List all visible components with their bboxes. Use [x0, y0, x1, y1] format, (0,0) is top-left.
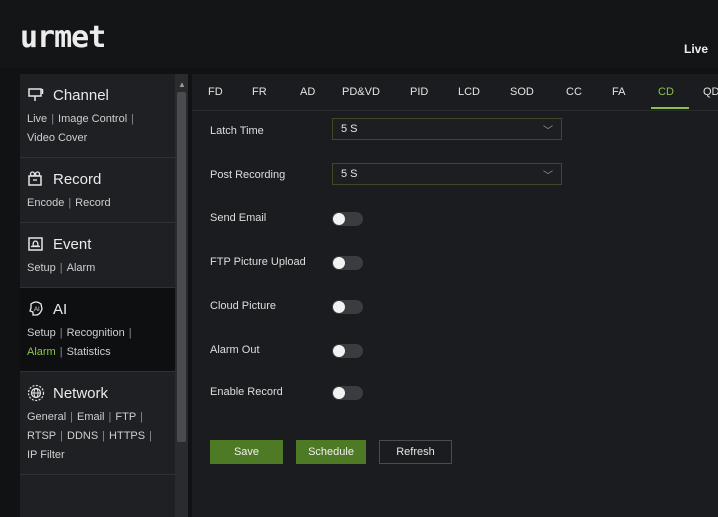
- sidebar-link-encode[interactable]: Encode: [27, 197, 64, 209]
- ftp-picture-upload-label: FTP Picture Upload: [210, 256, 306, 268]
- tab-sod[interactable]: SOD: [510, 86, 534, 98]
- sidebar-header-network[interactable]: Network: [27, 380, 168, 406]
- send-email-label: Send Email: [210, 212, 267, 224]
- event-icon: [27, 235, 45, 253]
- sidebar-link-video-cover[interactable]: Video Cover: [27, 132, 87, 144]
- tab-lcd[interactable]: LCD: [458, 86, 480, 98]
- sidebar-link-ddns[interactable]: DDNS: [67, 430, 98, 442]
- cloud-picture-label: Cloud Picture: [210, 300, 277, 312]
- live-link[interactable]: Live: [684, 42, 708, 56]
- sidebar-link-general[interactable]: General: [27, 411, 66, 423]
- main-panel: FD FR AD PD&VD PID LCD SOD CC FA CD QD L…: [192, 74, 718, 517]
- top-bar: urmet Live: [0, 0, 718, 68]
- tab-fa[interactable]: FA: [612, 86, 625, 98]
- urmet-logo: urmet: [20, 20, 106, 55]
- sidebar-title-channel: Channel: [53, 86, 109, 104]
- toggle-knob: [333, 213, 345, 225]
- sidebar-link-ip-filter[interactable]: IP Filter: [27, 449, 65, 461]
- toggle-knob: [333, 387, 345, 399]
- sidebar-section-event: Event Setup | Alarm: [20, 223, 175, 288]
- tab-cd[interactable]: CD: [658, 86, 674, 98]
- enable-record-toggle[interactable]: [332, 386, 363, 400]
- post-recording-label: Post Recording: [210, 169, 286, 181]
- enable-record-label: Enable Record: [210, 386, 283, 398]
- latch-time-select[interactable]: 5 S ﹀: [332, 118, 562, 140]
- tab-fr[interactable]: FR: [252, 86, 267, 98]
- sidebar-link-setup[interactable]: Setup: [27, 262, 56, 274]
- sidebar-link-statistics[interactable]: Statistics: [67, 346, 111, 358]
- tab-fd[interactable]: FD: [208, 86, 223, 98]
- sidebar-section-channel: Channel Live | Image Control | Video Cover: [20, 74, 175, 158]
- toggle-knob: [333, 301, 345, 313]
- scroll-up-icon[interactable]: ▲: [178, 80, 186, 89]
- tab-bar: FD FR AD PD&VD PID LCD SOD CC FA CD QD: [192, 74, 718, 111]
- chevron-down-icon: ﹀: [543, 126, 553, 137]
- alarm-out-label: Alarm Out: [210, 344, 260, 356]
- sidebar-link-live[interactable]: Live: [27, 113, 47, 125]
- active-tab-indicator: [651, 107, 689, 109]
- latch-time-value: 5 S: [341, 123, 358, 135]
- sidebar-header-ai[interactable]: AI AI: [27, 296, 168, 322]
- svg-text:AI: AI: [34, 307, 40, 313]
- sidebar-title-record: Record: [53, 170, 102, 188]
- record-icon: [27, 170, 45, 188]
- sidebar-section-network: Network General | Email | FTP | RTSP | DDNS | HTT…: [20, 372, 175, 475]
- sidebar-header-record[interactable]: Record: [27, 166, 168, 192]
- sidebar-section-record: Record Encode | Record: [20, 158, 175, 223]
- sidebar-link-rtsp[interactable]: RTSP: [27, 430, 56, 442]
- sidebar-link-ai-setup[interactable]: Setup: [27, 327, 56, 339]
- cloud-picture-toggle[interactable]: [332, 300, 363, 314]
- sidebar-scroll-thumb[interactable]: [177, 92, 186, 442]
- toggle-knob: [333, 345, 345, 357]
- chevron-down-icon: ﹀: [543, 171, 553, 182]
- toggle-knob: [333, 257, 345, 269]
- sidebar-title-ai: AI: [53, 300, 68, 318]
- refresh-button[interactable]: Refresh: [379, 440, 452, 464]
- tab-qd[interactable]: QD: [703, 86, 718, 98]
- sidebar-link-email[interactable]: Email: [77, 411, 105, 423]
- sidebar-header-channel[interactable]: Channel: [27, 82, 168, 108]
- tab-ad[interactable]: AD: [300, 86, 315, 98]
- post-recording-value: 5 S: [341, 168, 358, 180]
- sidebar-link-recognition[interactable]: Recognition: [67, 327, 125, 339]
- save-button[interactable]: Save: [210, 440, 283, 464]
- sidebar-title-network: Network: [53, 384, 109, 402]
- schedule-button[interactable]: Schedule: [296, 440, 366, 464]
- channel-icon: [27, 86, 45, 104]
- ftp-picture-upload-toggle[interactable]: [332, 256, 363, 270]
- ai-icon: AI: [27, 300, 45, 318]
- tab-pdvd[interactable]: PD&VD: [342, 86, 380, 98]
- sidebar-link-alarm[interactable]: Alarm: [67, 262, 96, 274]
- sidebar-link-record[interactable]: Record: [75, 197, 110, 209]
- sidebar-link-ai-alarm[interactable]: Alarm: [27, 346, 56, 358]
- network-icon: [27, 384, 45, 402]
- sidebar-link-image-control[interactable]: Image Control: [58, 113, 127, 125]
- sidebar-header-event[interactable]: Event: [27, 231, 168, 257]
- post-recording-select[interactable]: 5 S ﹀: [332, 163, 562, 185]
- sidebar-link-https[interactable]: HTTPS: [109, 430, 145, 442]
- sidebar-title-event: Event: [53, 235, 92, 253]
- alarm-out-toggle[interactable]: [332, 344, 363, 358]
- latch-time-label: Latch Time: [210, 125, 264, 137]
- send-email-toggle[interactable]: [332, 212, 363, 226]
- sidebar-section-ai: AI AI Setup | Recognition | Alarm | Statistic…: [20, 288, 175, 372]
- tab-pid[interactable]: PID: [410, 86, 428, 98]
- sidebar: Channel Live | Image Control | Video Cover …: [20, 74, 175, 517]
- tab-cc[interactable]: CC: [566, 86, 582, 98]
- sidebar-link-ftp[interactable]: FTP: [115, 411, 136, 423]
